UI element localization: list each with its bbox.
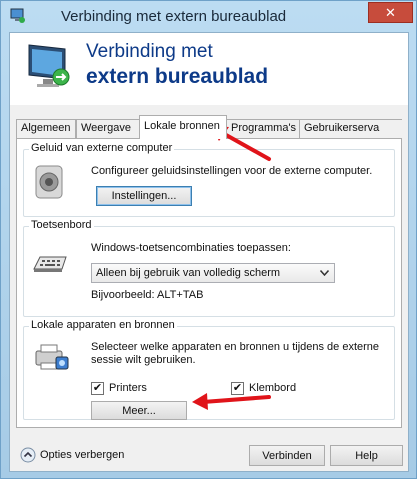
devices-icon <box>35 344 69 370</box>
tab-weergave[interactable]: Weergave <box>76 119 140 138</box>
close-icon: ✕ <box>385 4 396 20</box>
checkmark-icon: ✔ <box>92 382 103 394</box>
remote-desktop-icon <box>10 8 25 23</box>
sound-description: Configureer geluidsinstellingen voor de … <box>91 165 373 177</box>
header-title-line1: Verbinding met <box>86 41 213 62</box>
keyboard-example: Bijvoorbeeld: ALT+TAB <box>91 289 204 301</box>
tab-lokale-bronnen[interactable]: Lokale bronnen <box>139 115 227 139</box>
chevron-up-circle-icon[interactable] <box>20 447 36 463</box>
tab-algemeen[interactable]: Algemeen <box>16 119 76 138</box>
group-keyboard: Toetsenbord Windows-toetsencombinaties t… <box>23 219 395 317</box>
keyboard-combo-value: Alleen bij gebruik van volledig scherm <box>96 267 281 279</box>
remote-desktop-monitor-icon <box>28 44 70 87</box>
group-local-devices-legend: Lokale apparaten en bronnen <box>29 319 177 331</box>
tab-strip: Algemeen Weergave Lokale bronnen Program… <box>16 115 402 139</box>
title-bar: Verbinding met extern bureaublad ✕ <box>1 1 416 32</box>
rdp-window: Verbinding met extern bureaublad ✕ Verbi… <box>0 0 417 479</box>
hide-options-link[interactable]: Opties verbergen <box>40 449 124 461</box>
header-title-line2: extern bureaublad <box>86 65 269 88</box>
printers-label: Printers <box>109 382 147 394</box>
chevron-down-icon <box>320 270 329 276</box>
help-button[interactable]: Help <box>330 445 403 466</box>
keyboard-combo-select[interactable]: Alleen bij gebruik van volledig scherm <box>91 263 335 283</box>
group-keyboard-legend: Toetsenbord <box>29 219 94 231</box>
header-banner: Verbinding met extern bureaublad <box>10 33 408 105</box>
group-sound-legend: Geluid van externe computer <box>29 142 175 154</box>
speaker-icon <box>35 165 63 199</box>
annotation-arrow-more-button <box>192 393 271 410</box>
printers-checkbox[interactable]: ✔ <box>91 382 104 395</box>
local-devices-description-line1: Selecteer welke apparaten en bronnen u t… <box>91 341 380 353</box>
window-title: Verbinding met extern bureaublad <box>61 8 287 25</box>
close-button[interactable]: ✕ <box>368 2 413 23</box>
sound-settings-button[interactable]: Instellingen... <box>96 186 192 206</box>
tab-gebruikerservaring[interactable]: Gebruikerserva <box>299 119 402 138</box>
local-devices-description-line2: sessie wilt gebruiken. <box>91 354 196 366</box>
connect-button[interactable]: Verbinden <box>249 445 325 466</box>
keyboard-prompt: Windows-toetsencombinaties toepassen: <box>91 242 291 254</box>
keyboard-icon <box>33 256 67 272</box>
more-button[interactable]: Meer... <box>91 401 187 420</box>
